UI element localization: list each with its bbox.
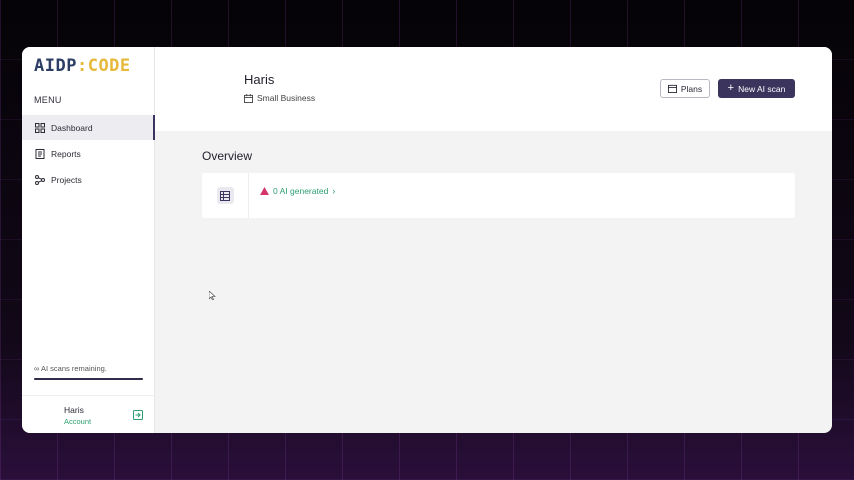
calendar-icon <box>244 93 253 103</box>
user-name: Haris <box>64 405 84 415</box>
document-icon <box>34 148 45 159</box>
app-window: AIDP:CODE MENU Dashboard Reports Project… <box>22 47 832 433</box>
sidebar-nav: Dashboard Reports Projects <box>22 115 155 193</box>
sidebar-item-reports[interactable]: Reports <box>22 141 155 166</box>
ai-generated-count: 0 AI generated <box>273 186 329 196</box>
sidebar-item-dashboard[interactable]: Dashboard <box>22 115 155 140</box>
card-icon-wrap <box>202 173 249 218</box>
overview-card: 0 AI generated › <box>202 173 795 218</box>
logo-secondary: CODE <box>87 56 131 76</box>
sidebar: AIDP:CODE MENU Dashboard Reports Project… <box>22 47 155 433</box>
scans-progress-fill <box>34 378 143 380</box>
account-link[interactable]: Account <box>64 417 91 426</box>
new-ai-scan-button[interactable]: + New AI scan <box>718 79 795 98</box>
plus-icon: + <box>727 82 735 94</box>
plan-label: Small Business <box>244 93 315 103</box>
mouse-cursor-icon <box>209 291 216 300</box>
ai-generated-link[interactable]: 0 AI generated › <box>260 186 335 196</box>
main-content: Haris Small Business Plans + New AI scan… <box>155 47 832 433</box>
scans-remaining-text: ∞ AI scans remaining. <box>34 364 107 373</box>
warning-icon <box>260 187 269 195</box>
new-ai-scan-label: New AI scan <box>738 83 786 94</box>
chevron-right-icon: › <box>332 186 336 196</box>
plan-name: Small Business <box>257 93 316 103</box>
sidebar-item-label: Projects <box>51 174 82 185</box>
logout-icon[interactable] <box>133 410 143 420</box>
menu-label: MENU <box>34 95 62 105</box>
calendar-icon <box>667 84 677 93</box>
table-icon <box>216 187 234 204</box>
sidebar-item-label: Reports <box>51 148 81 159</box>
sidebar-item-projects[interactable]: Projects <box>22 167 155 192</box>
logo-primary: AIDP <box>34 56 77 76</box>
plans-button[interactable]: Plans <box>660 79 710 98</box>
page-header: Haris Small Business Plans + New AI scan <box>155 47 832 131</box>
app-logo[interactable]: AIDP:CODE <box>34 56 131 76</box>
logo-separator: : <box>76 56 88 76</box>
scans-progress-bar <box>34 378 143 380</box>
overview-title: Overview <box>202 149 253 163</box>
plans-button-label: Plans <box>680 83 703 94</box>
sidebar-item-label: Dashboard <box>51 122 93 133</box>
share-nodes-icon <box>34 174 45 185</box>
page-title: Haris <box>244 72 275 87</box>
grid-icon <box>34 122 45 133</box>
account-footer[interactable]: Haris Account <box>22 395 155 433</box>
